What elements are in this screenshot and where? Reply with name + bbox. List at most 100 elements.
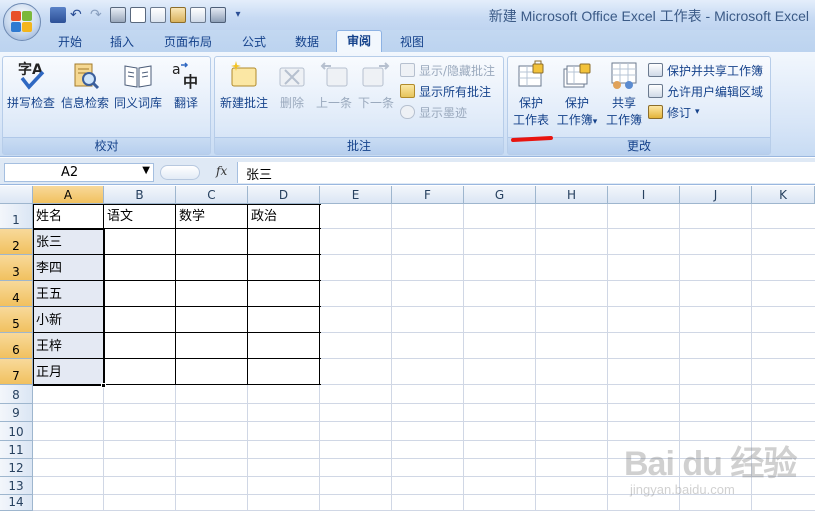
protect-workbook-button[interactable]: 保护 工作簿▾ bbox=[553, 60, 601, 128]
share-workbook-label-line1: 共享 bbox=[611, 96, 636, 110]
redo-icon[interactable]: ↷ bbox=[90, 7, 106, 23]
row-header-7[interactable]: 7 bbox=[0, 359, 33, 385]
row-header-8[interactable]: 8 bbox=[0, 385, 33, 404]
row-header-10[interactable]: 10 bbox=[0, 422, 33, 441]
row-number: 7 bbox=[12, 369, 20, 383]
research-icon bbox=[70, 60, 100, 90]
undo-icon[interactable]: ↶ bbox=[70, 7, 86, 23]
tab-view[interactable]: 视图 bbox=[392, 32, 432, 52]
column-header-h[interactable]: H bbox=[536, 186, 608, 204]
cell-c1[interactable]: 数学 bbox=[176, 205, 248, 229]
find-icon[interactable] bbox=[210, 7, 226, 23]
share-workbook-button[interactable]: 共享 工作簿 bbox=[603, 60, 645, 128]
save-icon[interactable] bbox=[50, 7, 66, 23]
form-icon[interactable] bbox=[170, 7, 186, 23]
allow-edit-ranges-button[interactable]: 允许用户编辑区域 bbox=[648, 82, 763, 100]
tab-review[interactable]: 审阅 bbox=[336, 30, 382, 53]
row-number: 12 bbox=[8, 461, 24, 475]
active-cell-cursor bbox=[32, 228, 105, 386]
row-header-11[interactable]: 11 bbox=[0, 441, 33, 459]
protect-sheet-button[interactable]: 保护 工作表 bbox=[510, 60, 552, 128]
select-all-corner[interactable] bbox=[0, 186, 33, 204]
next-comment-button[interactable]: 下一条 bbox=[356, 60, 396, 111]
column-header-e[interactable]: E bbox=[320, 186, 392, 204]
column-header-d[interactable]: D bbox=[248, 186, 320, 204]
fill-handle[interactable] bbox=[101, 383, 106, 388]
thesaurus-label: 同义词库 bbox=[113, 96, 162, 110]
print-icon[interactable] bbox=[110, 7, 126, 23]
tab-home[interactable]: 开始 bbox=[50, 32, 90, 52]
row-number: 3 bbox=[12, 265, 20, 279]
delete-comment-button[interactable]: 删除 bbox=[274, 60, 310, 111]
protect-sheet-label-line2: 工作表 bbox=[512, 113, 549, 127]
row-header-9[interactable]: 9 bbox=[0, 404, 33, 422]
column-header-f[interactable]: F bbox=[392, 186, 464, 204]
column-header-a[interactable]: A bbox=[33, 186, 104, 204]
delete-comment-icon bbox=[277, 60, 307, 90]
spelling-button[interactable]: 字A 拼写检查 bbox=[4, 60, 58, 111]
insert-function-icon[interactable]: fx bbox=[216, 164, 227, 178]
formula-bar-buttons: fx bbox=[158, 163, 234, 182]
column-header-k[interactable]: K bbox=[752, 186, 815, 204]
thesaurus-button[interactable]: 同义词库 bbox=[112, 60, 164, 111]
share-workbook-icon bbox=[609, 60, 639, 90]
column-header-j[interactable]: J bbox=[680, 186, 752, 204]
translate-button[interactable]: a中 翻译 bbox=[166, 60, 206, 111]
cell-a1[interactable]: 姓名 bbox=[33, 205, 104, 229]
cell-d1[interactable]: 政治 bbox=[248, 205, 320, 229]
show-all-comments-button[interactable]: 显示所有批注 bbox=[400, 82, 491, 100]
thesaurus-icon bbox=[123, 60, 153, 90]
watermark-url: jingyan.baidu.com bbox=[630, 482, 735, 497]
chart-icon[interactable] bbox=[190, 7, 206, 23]
row-header-3[interactable]: 3 bbox=[0, 255, 33, 281]
share-workbook-label-line2: 工作簿 bbox=[605, 113, 642, 127]
tab-page-layout[interactable]: 页面布局 bbox=[157, 32, 219, 52]
macro-icon[interactable] bbox=[150, 7, 166, 23]
row-number: 5 bbox=[12, 317, 20, 331]
protect-share-button[interactable]: 保护并共享工作簿 bbox=[648, 61, 763, 79]
show-hide-comment-button[interactable]: 显示/隐藏批注 bbox=[400, 61, 495, 79]
print-preview-icon[interactable] bbox=[130, 7, 146, 23]
tab-insert[interactable]: 插入 bbox=[102, 32, 142, 52]
column-header-g[interactable]: G bbox=[464, 186, 536, 204]
protect-workbook-icon bbox=[562, 60, 592, 90]
column-header-b[interactable]: B bbox=[104, 186, 176, 204]
row-header-12[interactable]: 12 bbox=[0, 459, 33, 477]
row-number: 6 bbox=[12, 343, 20, 357]
row-number: 8 bbox=[12, 388, 20, 402]
row-number: 14 bbox=[8, 495, 24, 509]
row-header-14[interactable]: 14 bbox=[0, 495, 33, 511]
research-label: 信息检索 bbox=[60, 96, 109, 110]
name-box[interactable]: A2 ▼ bbox=[4, 163, 154, 182]
table-border-vertical bbox=[247, 204, 248, 385]
office-button[interactable] bbox=[3, 3, 41, 41]
row-header-2[interactable]: 2 bbox=[0, 229, 33, 255]
research-button[interactable]: 信息检索 bbox=[60, 60, 110, 111]
tab-data[interactable]: 数据 bbox=[287, 32, 327, 52]
show-ink-button[interactable]: 显示墨迹 bbox=[400, 103, 467, 121]
protect-sheet-label-line1: 保护 bbox=[518, 96, 543, 110]
row-header-13[interactable]: 13 bbox=[0, 477, 33, 495]
customize-qat-icon[interactable]: ▾ bbox=[230, 7, 246, 23]
svg-text:a: a bbox=[172, 62, 181, 78]
office-logo-icon bbox=[11, 11, 33, 33]
row-header-5[interactable]: 5 bbox=[0, 307, 33, 333]
cell-b1[interactable]: 语文 bbox=[104, 205, 176, 229]
table-border-vertical bbox=[319, 204, 320, 385]
new-comment-button[interactable]: 新建批注 bbox=[216, 60, 272, 111]
show-hide-comment-icon bbox=[400, 63, 415, 77]
row-header-1[interactable]: 1 bbox=[0, 204, 33, 229]
track-changes-button[interactable]: 修订 ▾ bbox=[648, 103, 700, 121]
row-header-4[interactable]: 4 bbox=[0, 281, 33, 307]
protect-workbook-label-line1: 保护 bbox=[564, 96, 589, 110]
delete-comment-label: 删除 bbox=[279, 96, 304, 110]
formula-input[interactable]: 张三 bbox=[237, 162, 815, 183]
protect-sheet-icon bbox=[516, 60, 546, 90]
tab-formulas[interactable]: 公式 bbox=[234, 32, 274, 52]
previous-comment-button[interactable]: 上一条 bbox=[312, 60, 356, 111]
row-header-6[interactable]: 6 bbox=[0, 333, 33, 359]
column-header-c[interactable]: C bbox=[176, 186, 248, 204]
track-changes-label: 修订 bbox=[667, 105, 692, 120]
column-header-i[interactable]: I bbox=[608, 186, 680, 204]
name-box-dropdown-icon[interactable]: ▼ bbox=[142, 165, 150, 176]
